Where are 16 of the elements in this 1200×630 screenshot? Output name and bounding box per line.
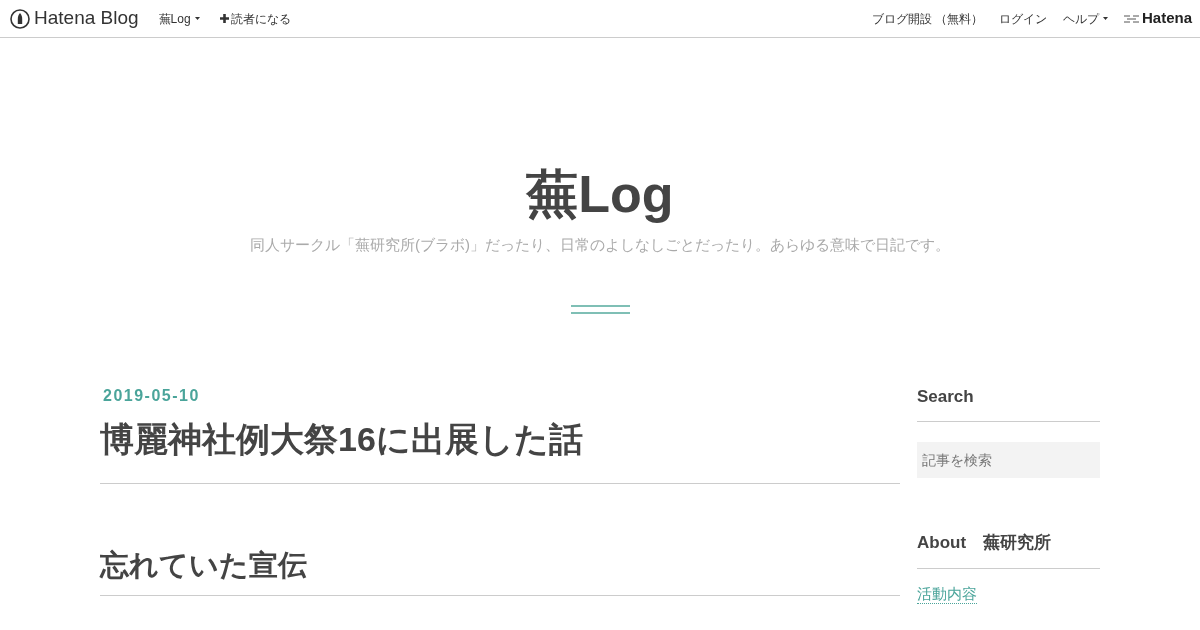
article-title[interactable]: 博麗神社例大祭16に出展した話 [100,413,900,484]
nav-dropdown[interactable]: ヘルプ [1062,9,1108,28]
module-title: About 蕪研究所 [917,530,1100,569]
plus-icon [219,14,229,23]
nav-link[interactable]: ログイン [998,9,1047,28]
search-field[interactable]: 記事を検索 [917,442,1100,478]
hatena-logo[interactable]: Hatena [1123,7,1192,30]
nav-dropdown[interactable]: 蕪Log [158,9,200,28]
hatena-blog-logo[interactable]: Hatena Blog [10,4,139,33]
nav-link[interactable]: ブログ開設 （無料） [871,9,983,28]
blog-description: 同人サークル「蕪研究所(ブラボ)」だったり、日常のよしなしごとだったり。あらゆる意味で日記です。 [250,235,950,255]
section-heading: 忘れていた宣伝 [100,543,900,596]
nav-link[interactable]: 読者になる [219,9,291,28]
module-title: Search [917,383,1100,422]
caret-icon [1102,16,1108,21]
caret-icon [194,16,200,21]
